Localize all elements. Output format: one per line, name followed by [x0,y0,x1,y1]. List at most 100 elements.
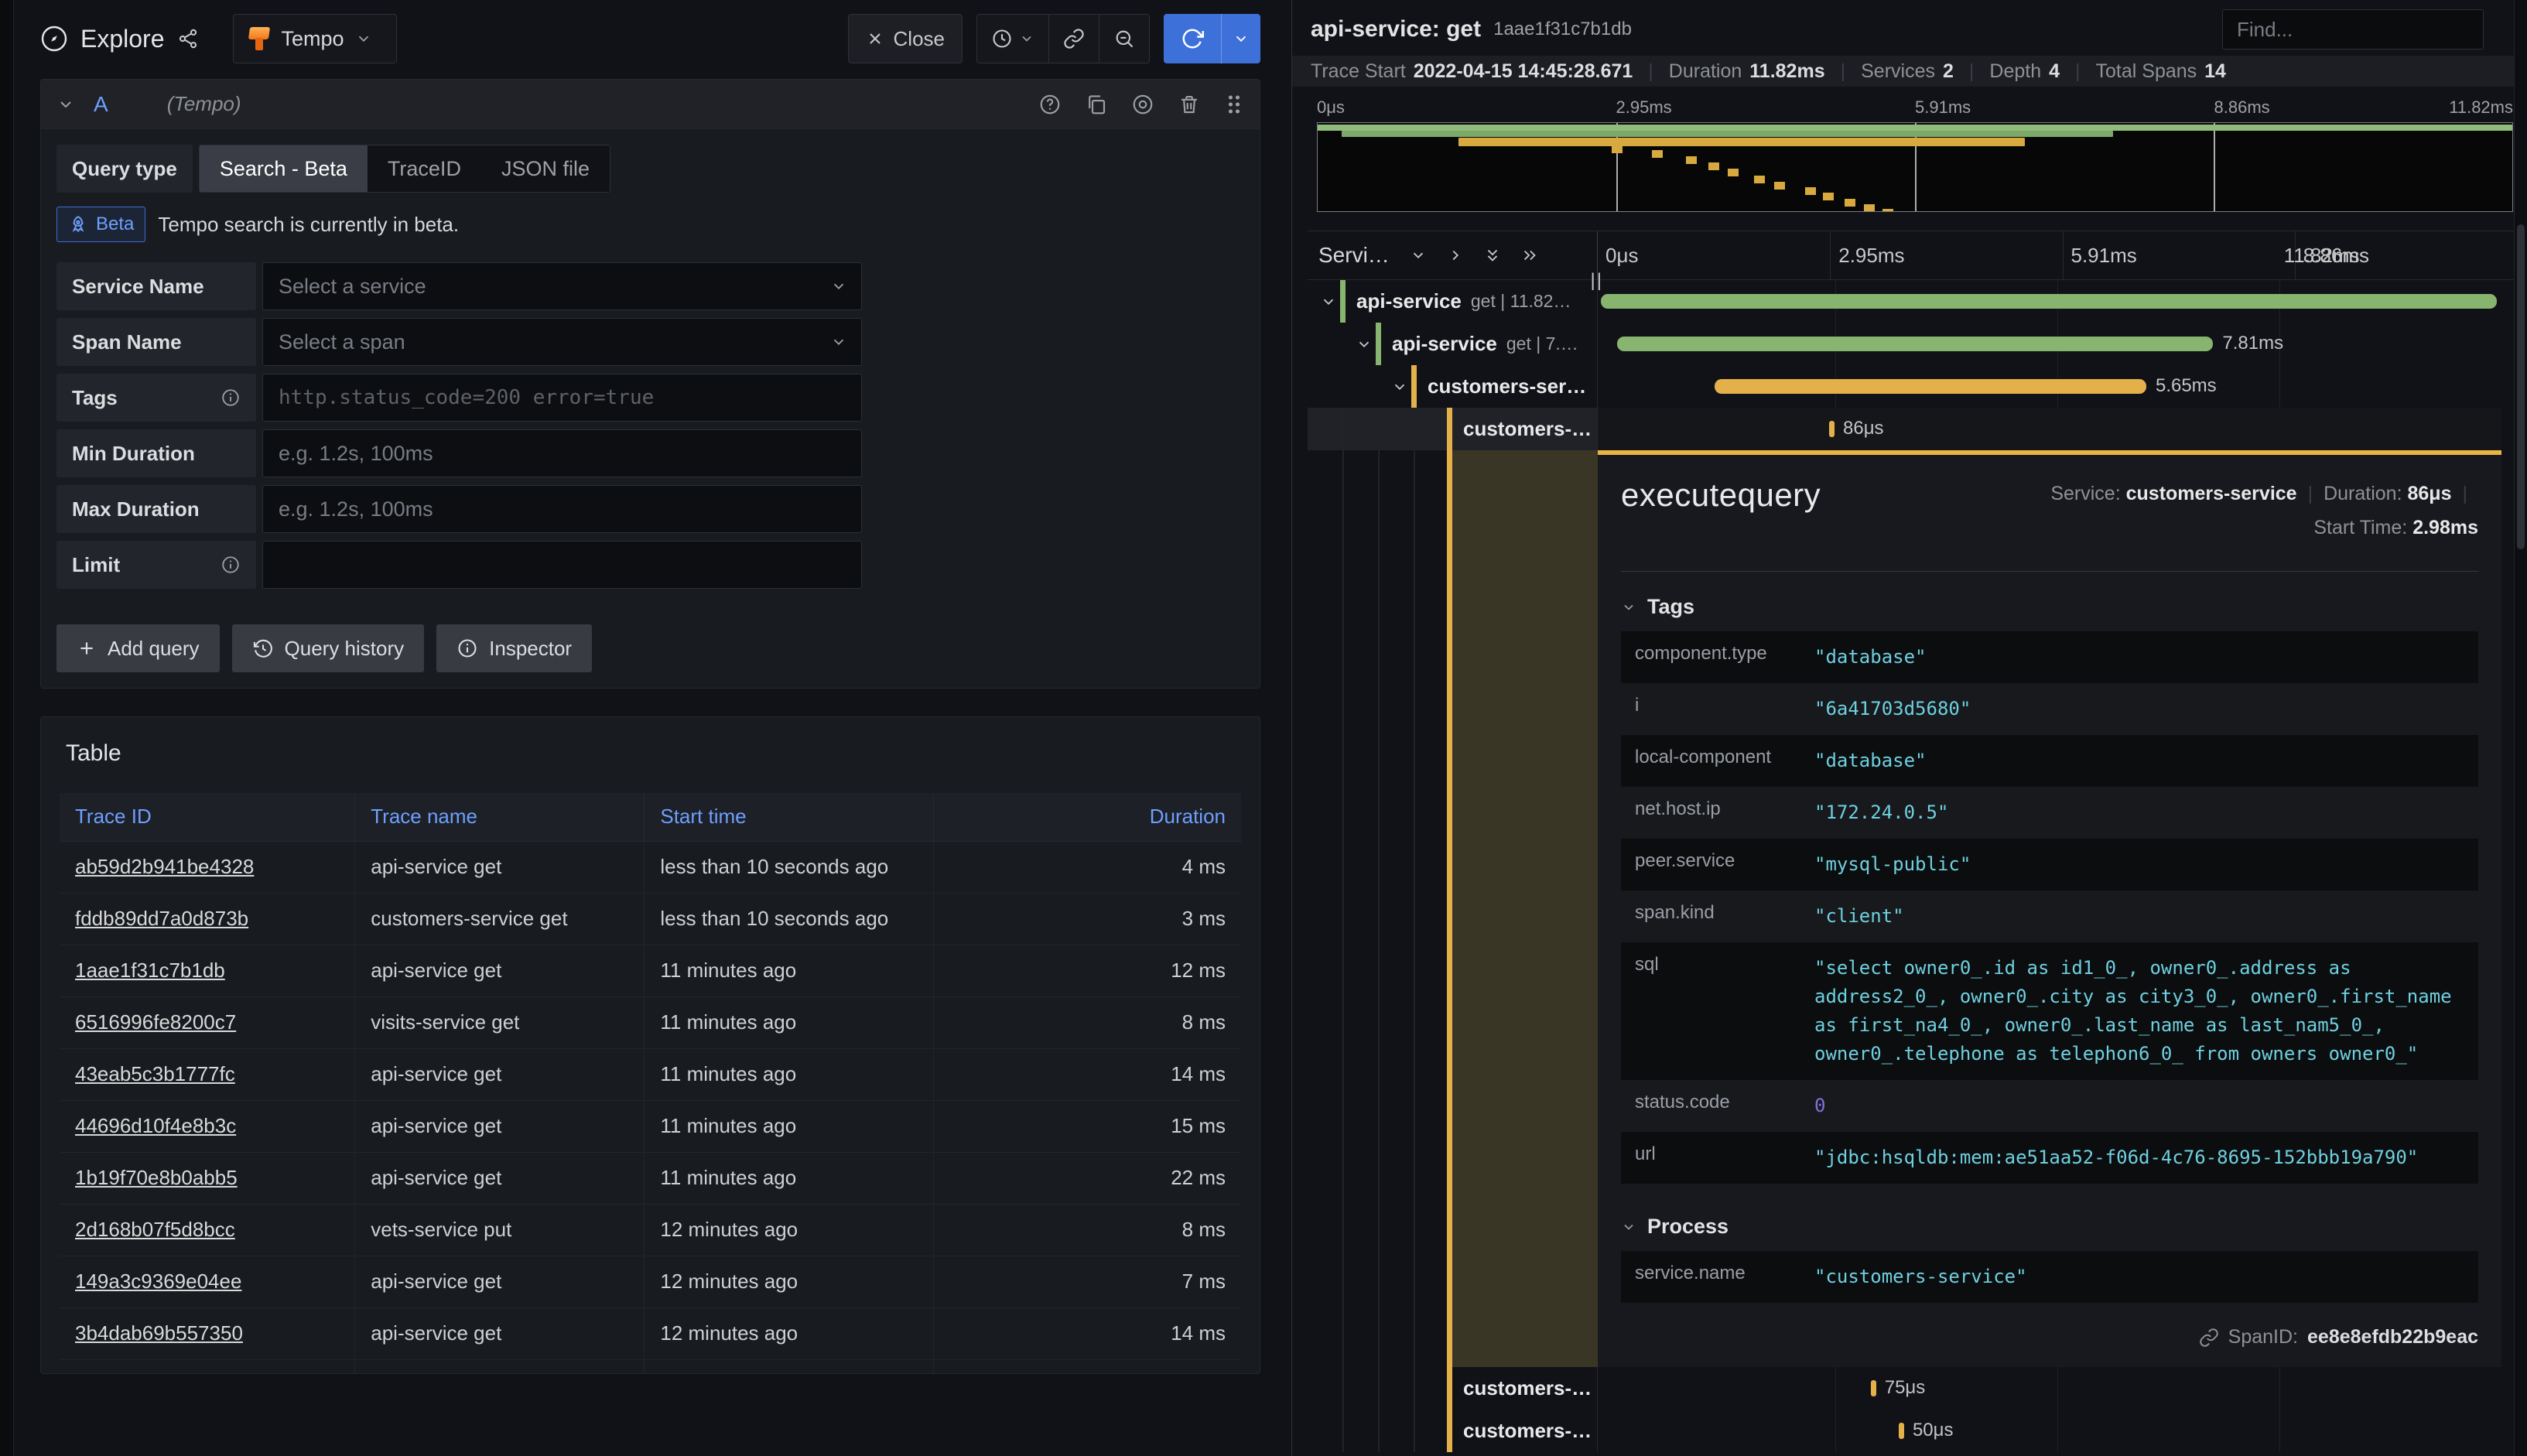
minimap-span-dot [1611,145,1623,153]
span-collapse-chevron[interactable] [1391,378,1411,395]
span-name-cell[interactable]: api-service get | 11.82… [1308,280,1598,323]
input-min-duration[interactable]: e.g. 1.2s, 100ms [262,429,862,477]
span-name-cell[interactable]: customers-… [1308,408,1598,450]
span-timeline-cell[interactable]: 86μs [1598,408,2501,450]
select-service-name[interactable]: Select a service [262,262,862,310]
sync-timepicker-button[interactable] [1048,15,1099,63]
run-query-button[interactable] [1164,14,1260,63]
span-id-value: ee8e8efdb22b9eac [2307,1326,2478,1348]
span-duration-bar[interactable] [1600,294,2498,309]
input-limit[interactable] [262,541,862,589]
duplicate-query-icon[interactable] [1085,93,1108,116]
results-table-panel: Table Trace ID Trace name Start time Durati… [40,716,1260,1374]
column-header-start-time[interactable]: Start time [644,793,935,842]
tab-search-beta[interactable]: Search - Beta [199,145,368,192]
disable-query-eye-icon[interactable] [1131,93,1154,116]
span-duration-tick[interactable] [1829,421,1835,437]
share-icon[interactable] [177,28,199,50]
minimap-canvas[interactable] [1317,122,2513,212]
field-label: Limit [56,541,256,589]
span-operation-label: get | 11.82… [1470,291,1571,311]
explore-left-pane: Explore Tempo Close A (Tempo) Query type… [0,0,1292,1456]
beta-badge[interactable]: Beta [56,207,146,242]
span-service-name: customers-… [1463,1419,1592,1442]
input-tags[interactable]: http.status_code=200 error=true [262,374,862,422]
span-collapse-chevron[interactable] [1320,293,1340,310]
tags-table: component.type "database" i "6a41703d5680" l… [1621,631,2478,1184]
process-section-header[interactable]: Process [1621,1215,2478,1239]
span-duration-tick[interactable] [1898,1423,1904,1439]
table-row: 6516996fe8200c7 visits-service get 11 minu… [60,996,1241,1049]
vertical-scrollbar[interactable] [2514,0,2527,1456]
close-button-label: Close [893,26,945,50]
select-span-name[interactable]: Select a span [262,318,862,366]
span-row[interactable]: customers-… 75μs [1308,1367,2527,1410]
tags-section-header[interactable]: Tags [1621,595,2478,619]
span-row[interactable]: api-service get | 11.82… [1308,280,2527,323]
tab-traceid[interactable]: TraceID [368,145,481,192]
clock-icon [991,28,1013,50]
scrollbar-thumb[interactable] [2517,224,2525,549]
chevron-down-icon [355,30,372,47]
find-input[interactable]: Find... [2222,9,2484,50]
service-operation-column-header[interactable]: Servi… [1318,243,1390,268]
meta-services: Services 2 [1861,60,1954,82]
minimap-span-dot [1652,150,1664,159]
collapse-chevron-icon[interactable] [56,95,75,114]
collapse-all-icon[interactable] [1484,247,1501,264]
span-name-cell[interactable]: customers-… [1308,1367,1598,1410]
span-timeline-cell[interactable]: 75μs [1598,1367,2501,1410]
trace-name-cell: vets-service put [354,1204,645,1256]
chevron-down-icon [830,333,847,350]
span-timeline-cell[interactable]: 50μs [1598,1410,2501,1452]
drag-handle-icon[interactable] [1224,93,1244,116]
trace-name-cell: customers-service get [354,893,645,945]
service-color-bar [1447,408,1452,450]
start-time-cell: 12 minutes ago [644,1256,935,1308]
table-row: 3b4dab69b557350 api-service get 12 minutes… [60,1307,1241,1360]
table-row: 1aae1f31c7b1db api-service get 11 minutes … [60,945,1241,997]
trace-minimap[interactable]: 0μs 2.95ms 5.91ms 8.86ms 11.82ms [1317,97,2513,212]
query-row-header[interactable]: A (Tempo) [41,80,1260,129]
input-max-duration[interactable]: e.g. 1.2s, 100ms [262,485,862,533]
span-timeline-cell[interactable]: 7.81ms [1598,323,2501,365]
span-row[interactable]: customers-ser… 5.65ms [1308,365,2527,408]
collapse-one-icon[interactable] [1447,247,1464,264]
inspector-button[interactable]: Inspector [436,624,593,672]
plus-icon [80,642,93,655]
time-range-picker[interactable] [977,15,1048,63]
column-header-trace-id[interactable]: Trace ID [60,793,356,842]
chevron-down-icon[interactable] [1410,247,1427,264]
span-row[interactable]: customers-… 86μs [1308,408,2527,450]
span-timeline-cell[interactable] [1598,280,2501,323]
indent-guide [1378,1367,1380,1410]
span-row[interactable]: api-service get | 7.… 7.81ms [1308,323,2527,365]
zoom-out-button[interactable] [1099,15,1149,63]
placeholder-text: http.status_code=200 error=true [279,386,655,409]
service-color-bar [1447,1367,1452,1410]
minimap-tick: 0μs [1317,97,1345,117]
span-name-cell[interactable]: customers-… [1308,1410,1598,1452]
span-name-cell[interactable]: api-service get | 7.… [1308,323,1598,365]
service-color-bar [1447,1410,1452,1452]
query-history-button[interactable]: Query history [231,624,425,672]
close-split-button[interactable]: Close [847,14,963,63]
span-timeline-cell[interactable]: 5.65ms [1598,365,2501,408]
tab-json-file[interactable]: JSON file [481,145,610,192]
span-duration-tick[interactable] [1870,1380,1876,1396]
span-row[interactable]: customers-… 50μs [1308,1410,2527,1452]
column-header-duration[interactable]: Duration [933,793,1241,842]
delete-query-trash-icon[interactable] [1178,93,1201,116]
span-duration-bar[interactable] [1616,337,2214,351]
indent-guide [1414,1410,1415,1452]
span-name-cell[interactable]: customers-ser… [1308,365,1598,408]
datasource-picker[interactable]: Tempo [232,14,397,63]
span-duration-bar[interactable] [1714,379,2146,394]
span-collapse-chevron[interactable] [1356,336,1376,353]
column-header-trace-name[interactable]: Trace name [354,793,645,842]
expand-all-icon[interactable] [1521,247,1538,264]
add-query-button[interactable]: Add query [56,624,220,672]
run-options-chevron[interactable] [1221,14,1260,63]
process-key: service.name [1635,1263,1746,1283]
help-icon[interactable] [1038,93,1062,116]
